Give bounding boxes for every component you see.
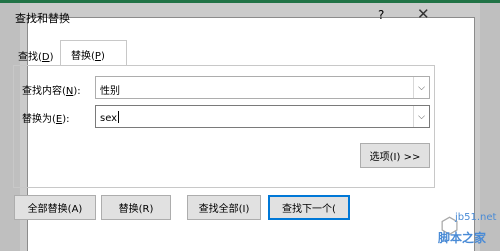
- tab-replace-end: ): [100, 51, 105, 62]
- replace-with-value: sex: [100, 113, 118, 124]
- text-caret: [118, 111, 120, 123]
- find-what-value: 性别: [100, 86, 120, 97]
- replace-with-value-wrap: sex: [100, 111, 120, 124]
- find-label: 查找内容(N):: [22, 82, 81, 97]
- replace-button[interactable]: 替换(R): [101, 195, 171, 220]
- tab-replace[interactable]: 替换(P): [60, 40, 127, 66]
- find-what-input[interactable]: 性别 ⌵: [95, 76, 430, 99]
- tab-replace-label: 替换(: [71, 51, 95, 62]
- find-label-end: ):: [73, 86, 81, 97]
- replace-with-input[interactable]: sex ⌵: [95, 105, 430, 128]
- find-all-button[interactable]: 查找全部(I): [187, 195, 261, 220]
- find-label-text: 查找内容(: [22, 86, 66, 97]
- watermark-name: 脚本之家: [438, 231, 487, 245]
- find-next-button[interactable]: 查找下一个(: [268, 195, 350, 220]
- replace-label: 替换为(E):: [22, 110, 70, 125]
- window-top-border: [0, 0, 500, 3]
- watermark-url: jb51.net: [455, 212, 497, 223]
- tab-find[interactable]: 查找(D): [18, 48, 54, 63]
- tab-find-label: 查找(: [18, 52, 42, 63]
- close-icon[interactable]: ✕: [417, 5, 430, 23]
- tab-find-end: ): [49, 52, 54, 63]
- tab-find-key: D: [41, 52, 50, 63]
- replace-label-end: ):: [62, 114, 70, 125]
- chevron-down-icon[interactable]: ⌵: [413, 77, 429, 98]
- dialog-title: 查找和替换: [15, 12, 70, 25]
- chevron-down-icon[interactable]: ⌵: [413, 106, 429, 127]
- options-button[interactable]: 选项(I) >>: [360, 143, 430, 168]
- help-button[interactable]: ?: [378, 8, 384, 22]
- replace-all-button[interactable]: 全部替换(A): [14, 195, 96, 220]
- replace-label-text: 替换为(: [22, 114, 56, 125]
